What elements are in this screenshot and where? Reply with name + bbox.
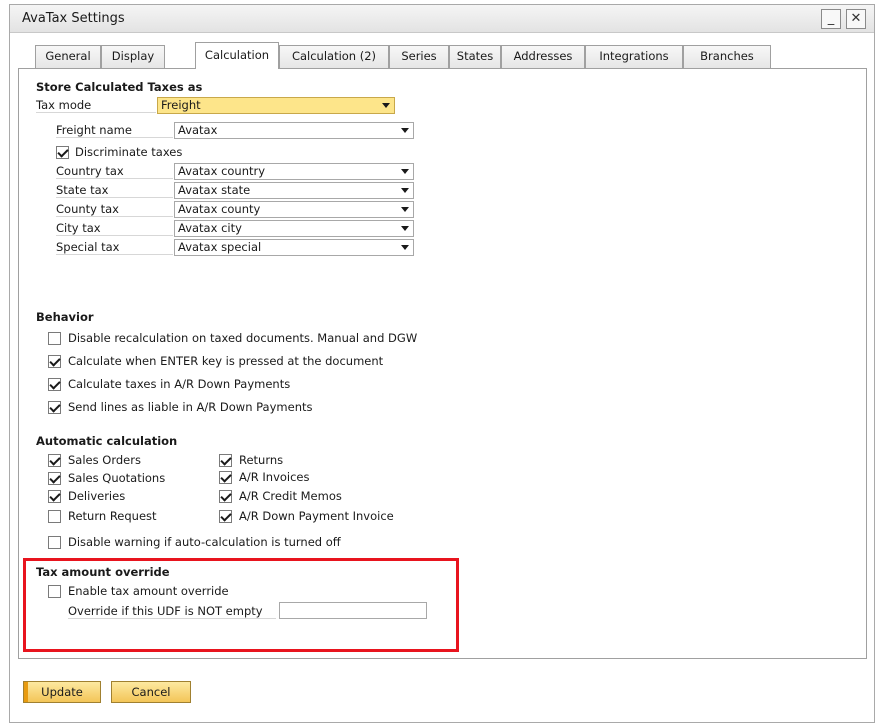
minimize-button[interactable]: _ — [821, 9, 841, 29]
discriminate-taxes-checkbox[interactable] — [56, 146, 69, 159]
chevron-down-icon — [401, 226, 409, 231]
country-tax-select[interactable]: Avatax country — [174, 163, 414, 180]
deliveries-checkbox[interactable] — [48, 490, 61, 503]
chevron-down-icon — [401, 245, 409, 250]
tax-mode-value: Freight — [161, 98, 201, 112]
returns-checkbox[interactable] — [219, 454, 232, 467]
ar-invoices-label: A/R Invoices — [239, 470, 310, 484]
tab-states[interactable]: States — [449, 45, 501, 68]
deliveries-label: Deliveries — [68, 489, 126, 503]
udf-override-input[interactable] — [279, 602, 427, 619]
discriminate-taxes-label: Discriminate taxes — [75, 145, 183, 159]
automatic-calculation-heading: Automatic calculation — [36, 434, 178, 448]
disable-warning-checkbox[interactable] — [48, 536, 61, 549]
return-request-checkbox[interactable] — [48, 510, 61, 523]
behavior-heading: Behavior — [36, 310, 94, 324]
cancel-button[interactable]: Cancel — [111, 681, 191, 703]
ar-down-payment-invoice-label: A/R Down Payment Invoice — [239, 509, 394, 523]
freight-name-value: Avatax — [178, 123, 218, 137]
returns-label: Returns — [239, 453, 284, 467]
cancel-button-label: Cancel — [131, 685, 171, 699]
chevron-down-icon — [401, 207, 409, 212]
udf-override-label: Override if this UDF is NOT empty — [68, 604, 276, 619]
store-taxes-heading: Store Calculated Taxes as — [36, 80, 203, 94]
chevron-down-icon — [382, 103, 390, 108]
county-tax-select[interactable]: Avatax county — [174, 201, 414, 218]
button-accent — [24, 682, 28, 702]
ar-down-payment-invoice-checkbox[interactable] — [219, 510, 232, 523]
city-tax-value: Avatax city — [178, 221, 242, 235]
send-lines-liable-label: Send lines as liable in A/R Down Payment… — [68, 400, 313, 414]
tab-display[interactable]: Display — [101, 45, 165, 68]
special-tax-select[interactable]: Avatax special — [174, 239, 414, 256]
sales-orders-checkbox[interactable] — [48, 454, 61, 467]
special-tax-label: Special tax — [56, 240, 173, 255]
tab-branches[interactable]: Branches — [683, 45, 771, 68]
tax-override-heading: Tax amount override — [36, 565, 170, 579]
tab-series[interactable]: Series — [389, 45, 449, 68]
state-tax-label: State tax — [56, 183, 173, 198]
update-button-label: Update — [41, 685, 83, 699]
chevron-down-icon — [401, 188, 409, 193]
tab-integrations[interactable]: Integrations — [585, 45, 683, 68]
tab-general[interactable]: General — [35, 45, 101, 68]
country-tax-value: Avatax country — [178, 164, 266, 178]
state-tax-select[interactable]: Avatax state — [174, 182, 414, 199]
ar-credit-memos-checkbox[interactable] — [219, 490, 232, 503]
calc-on-enter-checkbox[interactable] — [48, 355, 61, 368]
close-button[interactable]: ✕ — [846, 9, 866, 29]
sales-orders-label: Sales Orders — [68, 453, 141, 467]
city-tax-select[interactable]: Avatax city — [174, 220, 414, 237]
country-tax-label: Country tax — [56, 164, 173, 179]
ar-invoices-checkbox[interactable] — [219, 471, 232, 484]
calc-ar-down-payments-checkbox[interactable] — [48, 378, 61, 391]
city-tax-label: City tax — [56, 221, 173, 236]
sales-quotations-checkbox[interactable] — [48, 472, 61, 485]
tax-mode-label: Tax mode — [36, 98, 156, 113]
tab-calculation[interactable]: Calculation — [195, 42, 279, 69]
tax-mode-select[interactable]: Freight — [157, 97, 395, 114]
state-tax-value: Avatax state — [178, 183, 251, 197]
chevron-down-icon — [401, 128, 409, 133]
special-tax-value: Avatax special — [178, 240, 262, 254]
disable-recalc-checkbox[interactable] — [48, 332, 61, 345]
county-tax-value: Avatax county — [178, 202, 261, 216]
freight-name-select[interactable]: Avatax — [174, 122, 414, 139]
window-title: AvaTax Settings — [22, 11, 125, 26]
tab-calculation-2[interactable]: Calculation (2) — [279, 45, 389, 68]
sales-quotations-label: Sales Quotations — [68, 471, 166, 485]
title-bar[interactable]: AvaTax Settings _ ✕ — [10, 5, 874, 33]
send-lines-liable-checkbox[interactable] — [48, 401, 61, 414]
freight-name-label: Freight name — [56, 123, 173, 138]
ar-credit-memos-label: A/R Credit Memos — [239, 489, 342, 503]
disable-warning-label: Disable warning if auto-calculation is t… — [68, 535, 341, 549]
enable-tax-override-checkbox[interactable] — [48, 585, 61, 598]
calc-ar-down-payments-label: Calculate taxes in A/R Down Payments — [68, 377, 291, 391]
update-button[interactable]: Update — [23, 681, 101, 703]
disable-recalc-label: Disable recalculation on taxed documents… — [68, 331, 418, 345]
return-request-label: Return Request — [68, 509, 157, 523]
chevron-down-icon — [401, 169, 409, 174]
enable-tax-override-label: Enable tax amount override — [68, 584, 229, 598]
tab-addresses[interactable]: Addresses — [501, 45, 585, 68]
county-tax-label: County tax — [56, 202, 173, 217]
calc-on-enter-label: Calculate when ENTER key is pressed at t… — [68, 354, 384, 368]
